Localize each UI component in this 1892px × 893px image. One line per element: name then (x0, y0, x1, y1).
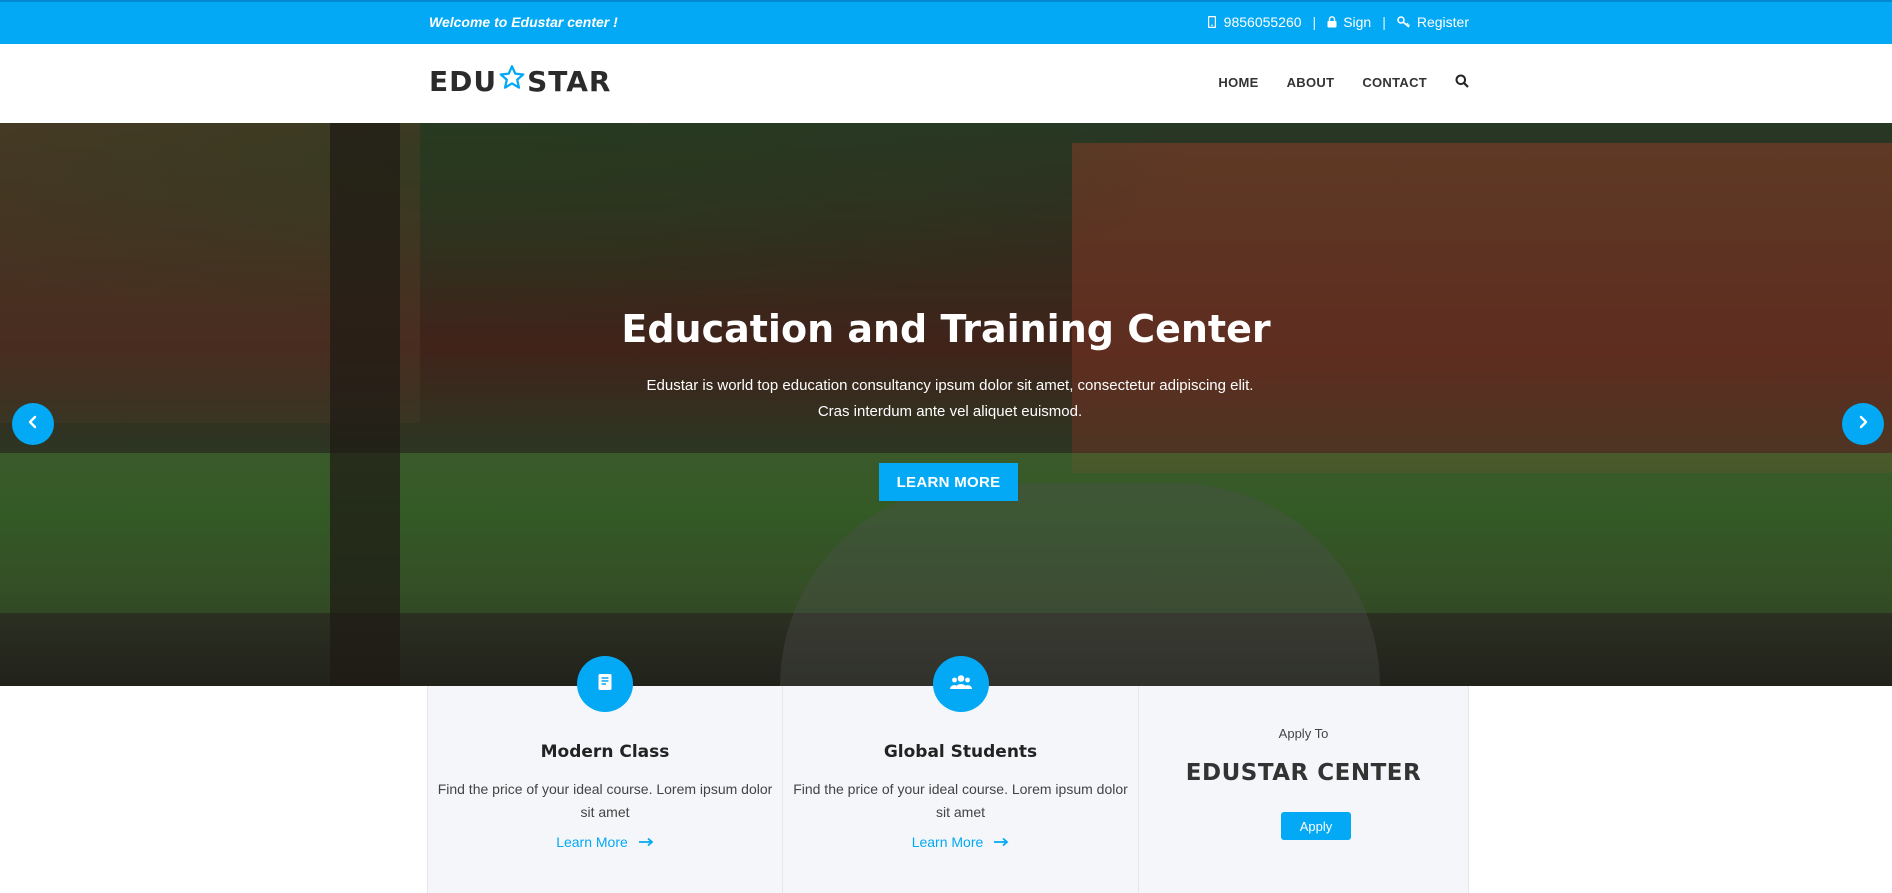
top-bar: Welcome to Edustar center ! 9856055260 |… (0, 0, 1892, 44)
divider: | (1382, 14, 1386, 30)
hero-title: Education and Training Center (621, 307, 1271, 351)
arrow-right-icon (993, 834, 1009, 850)
learn-more-button[interactable]: LEARN MORE (879, 463, 1018, 501)
feature-icon-badge (577, 656, 633, 712)
logo-text-right: STAR (527, 64, 612, 98)
chevron-left-icon (27, 415, 39, 434)
search-button[interactable] (1455, 74, 1469, 91)
sign-link[interactable]: Sign (1327, 14, 1371, 30)
phone-number: 9856055260 (1223, 14, 1302, 30)
feature-card-modern-class: Modern Class Find the price of your idea… (427, 656, 783, 893)
main-nav: HOME ABOUT CONTACT (1218, 74, 1469, 91)
slider-next-button[interactable] (1842, 403, 1884, 445)
logo-text-left: EDU (429, 64, 498, 98)
nav-about[interactable]: ABOUT (1287, 75, 1335, 90)
book-icon (597, 673, 613, 696)
star-icon (497, 64, 527, 98)
card-text: Find the price of your ideal course. Lor… (793, 781, 1128, 820)
card-title: Modern Class (540, 742, 670, 762)
apply-to-label: Apply To (1278, 726, 1329, 741)
learn-more-link[interactable]: Learn More (783, 834, 1138, 850)
nav-contact[interactable]: CONTACT (1362, 75, 1427, 90)
feature-cards: Modern Class Find the price of your idea… (427, 656, 1469, 893)
arrow-right-icon (638, 834, 654, 850)
background-photo (0, 123, 1200, 323)
card-title: Global Students (883, 742, 1038, 762)
learn-more-label: Learn More (911, 834, 984, 850)
chevron-right-icon (1857, 415, 1869, 434)
site-header: EDU STAR HOME ABOUT CONTACT (0, 44, 1892, 123)
feature-icon-badge (932, 656, 989, 712)
welcome-text: Welcome to Edustar center ! (429, 14, 618, 30)
phone-icon (1207, 16, 1216, 28)
feature-card-apply: Apply To EDUSTAR CENTER Apply (1139, 686, 1469, 893)
site-logo[interactable]: EDU STAR (429, 64, 611, 98)
hero-subtitle: Edustar is world top education consultan… (646, 377, 1254, 420)
learn-more-link[interactable]: Learn More (428, 834, 782, 850)
apply-button[interactable]: Apply (1281, 812, 1351, 840)
center-title: EDUSTAR CENTER (1185, 760, 1422, 786)
nav-home[interactable]: HOME (1218, 75, 1258, 90)
background-photo (330, 123, 400, 686)
learn-more-label: Learn More (556, 834, 628, 850)
divider: | (1312, 14, 1317, 30)
feature-card-global-students: Global Students Find the price of your i… (783, 656, 1139, 893)
key-icon (1397, 16, 1411, 28)
sign-label: Sign (1343, 14, 1372, 30)
search-icon (1455, 74, 1469, 91)
lock-icon (1327, 16, 1337, 28)
slider-prev-button[interactable] (12, 403, 54, 445)
card-text: Find the price of your ideal course. Lor… (437, 781, 773, 820)
top-bar-links: 9856055260 | Sign | Register (1207, 14, 1469, 30)
hero-slider: Education and Training Center Edustar is… (0, 123, 1892, 686)
register-label: Register (1416, 14, 1469, 30)
users-icon (949, 674, 972, 695)
register-link[interactable]: Register (1397, 14, 1469, 30)
